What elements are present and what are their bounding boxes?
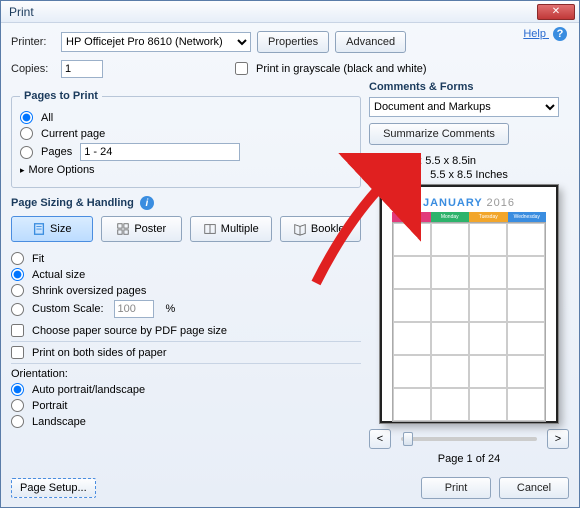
radio-fit[interactable] xyxy=(11,252,24,265)
titlebar: Print ✕ xyxy=(1,1,579,23)
calendar-grid xyxy=(392,222,546,422)
help-icon: ? xyxy=(553,27,567,41)
copies-input[interactable] xyxy=(61,60,103,78)
custom-scale-input xyxy=(114,300,154,318)
slider-thumb[interactable] xyxy=(403,432,413,446)
radio-portrait[interactable] xyxy=(11,399,24,412)
printer-label: Printer: xyxy=(11,36,55,48)
advanced-button[interactable]: Advanced xyxy=(335,31,406,53)
pages-to-print-group: Pages to Print All Current page Pages Mo… xyxy=(11,90,361,188)
radio-shrink[interactable] xyxy=(11,284,24,297)
booklet-icon xyxy=(293,222,307,236)
print-button[interactable]: Print xyxy=(421,477,491,499)
preview-slider[interactable] xyxy=(401,437,537,441)
paper-size-label: 5.5 x 8.5 Inches xyxy=(369,169,569,181)
poster-icon xyxy=(116,222,130,236)
multiple-icon xyxy=(203,222,217,236)
window-title: Print xyxy=(5,5,537,19)
radio-all[interactable] xyxy=(20,111,33,124)
grayscale-checkbox[interactable] xyxy=(235,62,248,75)
radio-all-label: All xyxy=(41,112,53,124)
choose-paper-checkbox[interactable] xyxy=(11,324,24,337)
booklet-tab[interactable]: Booklet xyxy=(280,216,362,242)
poster-tab[interactable]: Poster xyxy=(101,216,183,242)
radio-current[interactable] xyxy=(20,127,33,140)
print-dialog: Print ✕ Help ? Printer: HP Officejet Pro… xyxy=(0,0,580,508)
both-sides-label: Print on both sides of paper xyxy=(32,347,167,359)
calendar-weekday-header: SundayMondayTuesdayWednesday xyxy=(392,212,546,222)
help-label: Help xyxy=(523,28,546,40)
radio-custom-scale[interactable] xyxy=(11,303,24,316)
summarize-button[interactable]: Summarize Comments xyxy=(369,123,509,145)
radio-actual[interactable] xyxy=(11,268,24,281)
grayscale-checkbox-row[interactable]: Print in grayscale (black and white) xyxy=(235,62,427,75)
landscape-label: Landscape xyxy=(32,416,86,428)
preview-next-button[interactable]: > xyxy=(547,429,569,449)
auto-orient-label: Auto portrait/landscape xyxy=(32,384,145,396)
properties-button[interactable]: Properties xyxy=(257,31,329,53)
calendar-title: JANUARY 2016 xyxy=(392,197,546,209)
radio-actual-label: Actual size xyxy=(32,269,85,281)
page-setup-button[interactable]: Page Setup... xyxy=(11,478,96,498)
radio-pages-label: Pages xyxy=(41,146,72,158)
custom-scale-label: Custom Scale: xyxy=(32,303,104,315)
radio-auto-orient[interactable] xyxy=(11,383,24,396)
radio-shrink-label: Shrink oversized pages xyxy=(32,285,146,297)
cancel-button[interactable]: Cancel xyxy=(499,477,569,499)
printer-select[interactable]: HP Officejet Pro 8610 (Network) xyxy=(61,32,251,52)
document-size-label: Document: 5.5 x 8.5in xyxy=(369,155,569,167)
comments-title: Comments & Forms xyxy=(369,81,569,93)
close-button[interactable]: ✕ xyxy=(537,4,575,20)
pages-to-print-legend: Pages to Print xyxy=(20,90,102,102)
info-icon[interactable]: i xyxy=(140,196,154,210)
preview-page-label: Page 1 of 24 xyxy=(369,453,569,465)
preview-prev-button[interactable]: < xyxy=(369,429,391,449)
percent-label: % xyxy=(166,303,176,315)
multiple-tab[interactable]: Multiple xyxy=(190,216,272,242)
radio-current-label: Current page xyxy=(41,128,105,140)
size-tab[interactable]: Size xyxy=(11,216,93,242)
more-options-toggle[interactable]: More Options xyxy=(20,164,352,176)
size-icon xyxy=(32,222,46,236)
grayscale-label: Print in grayscale (black and white) xyxy=(256,63,427,75)
both-sides-checkbox[interactable] xyxy=(11,346,24,359)
portrait-label: Portrait xyxy=(32,400,67,412)
radio-fit-label: Fit xyxy=(32,253,44,265)
page-preview: JANUARY 2016 SundayMondayTuesdayWednesda… xyxy=(380,185,558,423)
sizing-title: Page Sizing & Handling i xyxy=(11,196,361,210)
choose-paper-label: Choose paper source by PDF page size xyxy=(32,325,227,337)
copies-label: Copies: xyxy=(11,63,55,75)
help-link[interactable]: Help ? xyxy=(523,27,567,41)
radio-landscape[interactable] xyxy=(11,415,24,428)
radio-pages[interactable] xyxy=(20,146,33,159)
comments-select[interactable]: Document and Markups xyxy=(369,97,559,117)
orientation-label: Orientation: xyxy=(11,368,361,380)
pages-range-input[interactable] xyxy=(80,143,240,161)
